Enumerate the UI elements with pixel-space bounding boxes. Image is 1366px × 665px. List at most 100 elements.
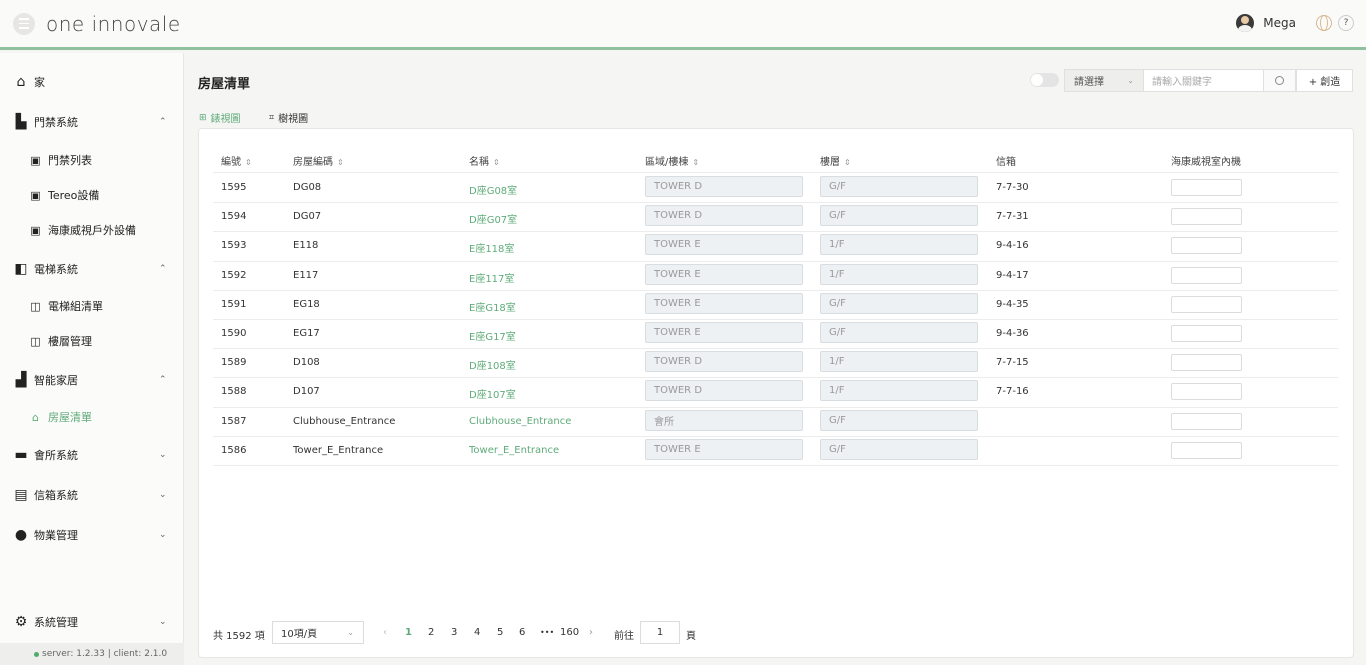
search-button[interactable] <box>1263 69 1296 92</box>
more-pages-ellipsis[interactable]: ••• <box>540 628 554 637</box>
sidebar-item-mailbox-system[interactable]: ▤ 信箱系統 ⌄ <box>0 483 184 507</box>
page-number[interactable]: 3 <box>451 627 457 638</box>
hikvision-indoor-field[interactable] <box>1171 442 1242 459</box>
page-number[interactable]: 160 <box>560 627 579 638</box>
cell-name-link[interactable]: E座117室 <box>469 270 514 285</box>
area-field[interactable]: TOWER E <box>645 293 803 314</box>
sort-icon[interactable]: ⇕ <box>493 158 500 167</box>
sidebar-item-elevator-groups[interactable]: ◫ 電梯組清單 <box>0 294 184 318</box>
hikvision-indoor-field[interactable] <box>1171 383 1242 400</box>
area-field[interactable]: TOWER D <box>645 351 803 372</box>
sidebar-item-elevator-system[interactable]: ◧ 電梯系統 ⌃ <box>0 257 184 281</box>
page-number[interactable]: 6 <box>519 627 525 638</box>
column-header-name[interactable]: 名稱 ⇕ <box>469 153 500 168</box>
area-field[interactable]: TOWER E <box>645 264 803 285</box>
sidebar-item-property-management[interactable]: ● 物業管理 ⌄ <box>0 523 184 547</box>
cell-name-link[interactable]: D座108室 <box>469 357 516 372</box>
cell-name-link[interactable]: Tower_E_Entrance <box>469 445 559 456</box>
sidebar-item-tereo-devices[interactable]: ▣ Tereo設備 <box>0 183 184 207</box>
area-field[interactable]: TOWER D <box>645 380 803 401</box>
sidebar-item-hikvision-outdoor[interactable]: ▣ 海康威視戶外設備 <box>0 218 184 242</box>
floor-field[interactable]: 1/F <box>820 234 978 255</box>
hikvision-indoor-field[interactable] <box>1171 354 1242 371</box>
cell-name-link[interactable]: D座G07室 <box>469 211 517 226</box>
page-number[interactable]: 1 <box>405 627 412 638</box>
area-field[interactable]: TOWER E <box>645 439 803 460</box>
floor-field[interactable]: G/F <box>820 410 978 431</box>
column-header-hikvision-indoor: 海康威視室內機 <box>1171 157 1241 168</box>
page-size-select[interactable]: 10項/頁 ⌄ <box>272 621 364 644</box>
search-input[interactable]: 請輸入關鍵字 <box>1143 69 1264 92</box>
floor-field[interactable]: G/F <box>820 322 978 343</box>
row-divider <box>213 319 1338 320</box>
hikvision-indoor-field[interactable] <box>1171 237 1242 254</box>
area-field[interactable]: TOWER D <box>645 176 803 197</box>
goto-page-input[interactable]: 1 <box>640 621 680 644</box>
view-toggle-switch[interactable] <box>1030 73 1059 87</box>
cell-name-link[interactable]: Clubhouse_Entrance <box>469 416 571 427</box>
hikvision-indoor-field[interactable] <box>1171 267 1242 284</box>
area-field[interactable]: TOWER D <box>645 205 803 226</box>
page-size-value: 10項/頁 <box>281 629 318 640</box>
hikvision-indoor-field[interactable] <box>1171 208 1242 225</box>
column-header-id[interactable]: 編號 ⇕ <box>221 153 252 168</box>
tree-icon: ⌗ <box>269 112 275 123</box>
hikvision-indoor-field[interactable] <box>1171 179 1242 196</box>
floor-field[interactable]: 1/F <box>820 264 978 285</box>
next-page-button[interactable]: › <box>589 627 593 638</box>
help-icon[interactable]: ? <box>1338 15 1354 31</box>
cell-name-link[interactable]: E座118室 <box>469 240 514 255</box>
sidebar-item-access-system[interactable]: ▙ 門禁系統 ⌃ <box>0 110 184 134</box>
column-header-code[interactable]: 房屋編碼 ⇕ <box>293 153 344 168</box>
prev-page-button[interactable]: ‹ <box>383 627 387 638</box>
elevator-icon: ◫ <box>30 334 41 348</box>
floor-field[interactable]: 1/F <box>820 380 978 401</box>
cell-code: Tower_E_Entrance <box>293 445 384 456</box>
floor-field[interactable]: G/F <box>820 205 978 226</box>
area-field[interactable]: TOWER E <box>645 234 803 255</box>
username-label[interactable]: Mega <box>1263 16 1296 30</box>
floor-field[interactable]: G/F <box>820 439 978 460</box>
sidebar-item-floor-management[interactable]: ◫ 樓層管理 <box>0 329 184 353</box>
area-field[interactable]: 會所 <box>645 410 803 431</box>
tab-tree-view[interactable]: ⌗ 樹視圖 <box>269 110 308 126</box>
row-divider <box>213 231 1338 232</box>
column-header-area[interactable]: 區域/樓棟 ⇕ <box>645 153 699 168</box>
sidebar-item-access-list[interactable]: ▣ 門禁列表 <box>0 148 184 172</box>
floor-field[interactable]: G/F <box>820 176 978 197</box>
page-number[interactable]: 4 <box>474 627 480 638</box>
column-header-floor[interactable]: 樓層 ⇕ <box>820 153 851 168</box>
cell-name-link[interactable]: D座G08室 <box>469 182 517 197</box>
cell-name-link[interactable]: D座107室 <box>469 386 516 401</box>
version-status: server: 1.2.33 | client: 2.1.0 <box>0 643 184 665</box>
sidebar-item-clubhouse-system[interactable]: ▬ 會所系統 ⌄ <box>0 443 184 467</box>
user-avatar[interactable] <box>1236 14 1255 32</box>
language-globe-icon[interactable] <box>1316 15 1332 31</box>
header-user-area: Mega ? <box>1236 14 1354 32</box>
floor-field[interactable]: 1/F <box>820 351 978 372</box>
sort-icon[interactable]: ⇕ <box>844 158 851 167</box>
door-icon: ▣ <box>30 153 41 167</box>
sidebar-item-house-list[interactable]: ⌂ 房屋清單 <box>0 405 184 429</box>
sort-icon[interactable]: ⇕ <box>337 158 344 167</box>
sort-icon[interactable]: ⇕ <box>692 158 699 167</box>
cell-name-link[interactable]: E座G18室 <box>469 299 516 314</box>
page-number[interactable]: 2 <box>428 627 434 638</box>
cell-name-link[interactable]: E座G17室 <box>469 328 516 343</box>
sidebar-item-label: 物業管理 <box>34 529 78 542</box>
floor-field[interactable]: G/F <box>820 293 978 314</box>
sidebar-item-home[interactable]: ⌂ 家 <box>0 70 184 94</box>
create-button[interactable]: + 創造 <box>1296 69 1353 92</box>
filter-select[interactable]: 請選擇 ⌄ <box>1064 69 1144 92</box>
hikvision-indoor-field[interactable] <box>1171 413 1242 430</box>
chevron-down-icon: ⌄ <box>347 628 354 637</box>
page-number[interactable]: 5 <box>497 627 503 638</box>
sidebar-item-system-management[interactable]: ⚙ 系統管理 ⌄ <box>0 610 184 634</box>
hikvision-indoor-field[interactable] <box>1171 325 1242 342</box>
menu-toggle-button[interactable] <box>13 12 35 35</box>
sidebar-item-smart-home[interactable]: ▟ 智能家居 ⌃ <box>0 368 184 392</box>
cell-id: 1594 <box>221 211 247 222</box>
sort-icon[interactable]: ⇕ <box>245 158 252 167</box>
area-field[interactable]: TOWER E <box>645 322 803 343</box>
hikvision-indoor-field[interactable] <box>1171 296 1242 313</box>
